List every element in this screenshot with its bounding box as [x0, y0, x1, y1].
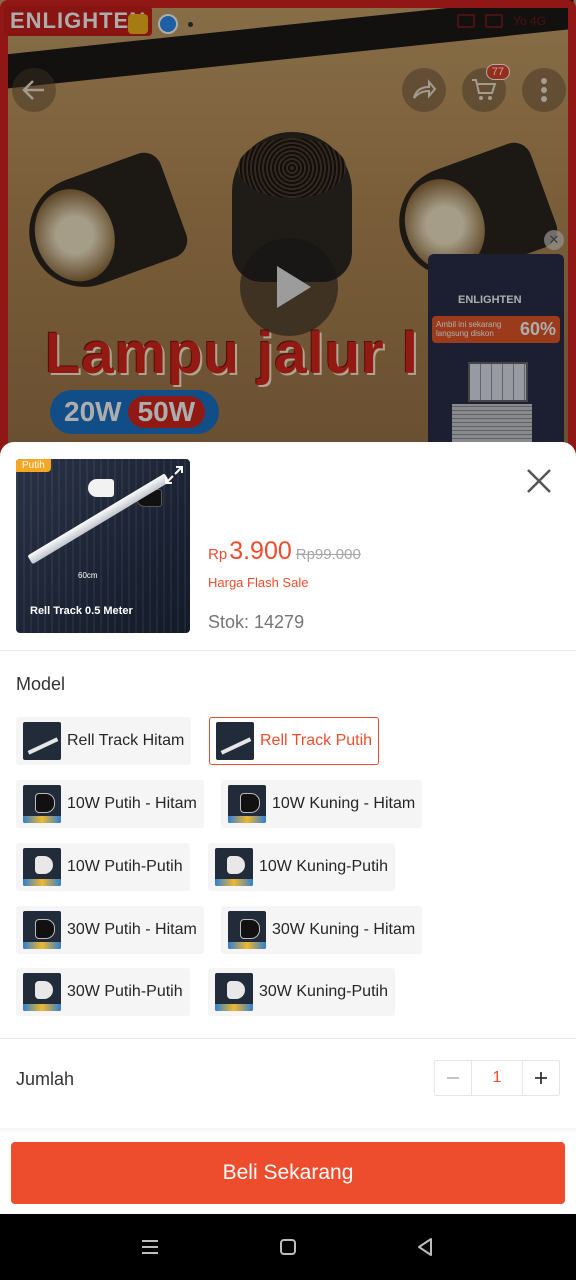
- option-rell-track-putih[interactable]: Rell Track Putih: [209, 717, 380, 765]
- expand-icon[interactable]: [164, 465, 184, 485]
- decrease-quantity-button[interactable]: [435, 1061, 471, 1095]
- flash-sale-label: Harga Flash Sale: [208, 575, 309, 590]
- lamp-black-thumb-icon: [23, 785, 61, 823]
- divider: [0, 650, 576, 651]
- option-label: 30W Kuning - Hitam: [272, 921, 416, 938]
- system-navigation-bar: [0, 1214, 576, 1280]
- lamp-white-thumb-icon: [23, 848, 61, 886]
- buy-now-button[interactable]: Beli Sekarang: [11, 1142, 565, 1204]
- back-triangle-icon[interactable]: [412, 1234, 438, 1260]
- stock-count: Stok: 14279: [208, 612, 305, 632]
- increase-quantity-button[interactable]: [523, 1061, 559, 1095]
- option-10w-kuning-putih[interactable]: 10W Kuning-Putih: [208, 843, 395, 891]
- price-row: Rp 3.900 Rp99.000: [208, 537, 361, 566]
- option-label: 10W Kuning-Putih: [259, 858, 388, 875]
- variant-color-tag: Putih: [16, 459, 51, 472]
- option-10w-putih-hitam[interactable]: 10W Putih - Hitam: [16, 780, 204, 828]
- option-label: 30W Putih - Hitam: [67, 921, 197, 938]
- option-label: 10W Putih-Putih: [67, 858, 183, 875]
- close-sheet-icon[interactable]: [522, 464, 556, 498]
- divider: [0, 1038, 576, 1039]
- option-30w-kuning-putih[interactable]: 30W Kuning-Putih: [208, 968, 395, 1016]
- option-30w-putih-putih[interactable]: 30W Putih-Putih: [16, 968, 190, 1016]
- plus-icon: [535, 1072, 547, 1084]
- lamp-white-thumb-icon: [23, 973, 61, 1011]
- option-30w-putih-hitam[interactable]: 30W Putih - Hitam: [16, 906, 204, 954]
- option-label: 30W Kuning-Putih: [259, 983, 388, 1000]
- option-label: 30W Putih-Putih: [67, 983, 183, 1000]
- lamp-white-thumb-icon: [215, 973, 253, 1011]
- footer-shadow: [0, 1128, 576, 1134]
- option-label: 10W Kuning - Hitam: [272, 795, 416, 812]
- thumbnail-caption: Rell Track 0.5 Meter: [30, 605, 133, 617]
- option-label: 10W Putih - Hitam: [67, 795, 197, 812]
- rail-white-thumb-icon: [216, 722, 254, 760]
- recent-apps-icon[interactable]: [137, 1234, 163, 1260]
- lamp-black-thumb-icon: [228, 911, 266, 949]
- option-30w-kuning-hitam[interactable]: 30W Kuning - Hitam: [221, 906, 423, 954]
- home-icon[interactable]: [275, 1234, 301, 1260]
- option-label: Rell Track Hitam: [67, 732, 185, 749]
- variation-bottom-sheet: Putih 60cm Rell Track 0.5 Meter Rp 3.900…: [0, 442, 576, 1214]
- price-currency: Rp: [208, 546, 228, 563]
- option-10w-putih-putih[interactable]: 10W Putih-Putih: [16, 843, 190, 891]
- option-10w-kuning-hitam[interactable]: 10W Kuning - Hitam: [221, 780, 423, 828]
- spotlight-white-image: [88, 479, 114, 497]
- modal-overlay[interactable]: [0, 0, 576, 470]
- lamp-black-thumb-icon: [228, 785, 266, 823]
- product-thumbnail[interactable]: Putih 60cm Rell Track 0.5 Meter: [16, 459, 190, 633]
- rail-black-thumb-icon: [23, 722, 61, 760]
- length-label: 60cm: [78, 571, 98, 580]
- quantity-section-title: Jumlah: [16, 1069, 75, 1089]
- option-rell-track-hitam[interactable]: Rell Track Hitam: [16, 717, 192, 765]
- lamp-black-thumb-icon: [23, 911, 61, 949]
- lamp-white-thumb-icon: [215, 848, 253, 886]
- option-label: Rell Track Putih: [260, 732, 373, 749]
- product-media-background: Lampu jalur l 20W 50W ENLIGHTEN Yo 4G 77…: [0, 0, 576, 470]
- price-value: 3.900: [229, 537, 292, 565]
- original-price: Rp99.000: [295, 546, 361, 563]
- model-section-title: Model: [16, 674, 66, 694]
- quantity-stepper: 1: [434, 1060, 560, 1096]
- quantity-input[interactable]: 1: [471, 1061, 523, 1095]
- minus-icon: [447, 1077, 459, 1079]
